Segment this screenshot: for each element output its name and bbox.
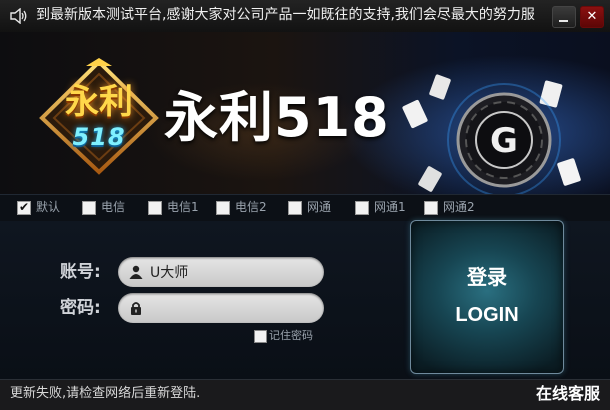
account-field[interactable] — [118, 257, 324, 287]
checkbox[interactable] — [148, 201, 162, 215]
checkbox[interactable] — [82, 201, 96, 215]
close-icon: ✕ — [586, 9, 598, 24]
checkbox[interactable] — [17, 199, 31, 215]
logo-number: 518 — [72, 123, 126, 151]
line-option-label: 网通1 — [374, 200, 406, 214]
login-label-cn: 登录 — [467, 265, 507, 289]
remember-checkbox[interactable] — [254, 330, 267, 343]
login-button[interactable]: 登录 LOGIN — [410, 220, 564, 374]
user-icon — [129, 265, 143, 279]
speaker-icon[interactable] — [10, 8, 28, 24]
banner: 永利 518 永利518 G — [0, 32, 610, 194]
password-input[interactable] — [150, 297, 310, 319]
brand-name: 永利518 — [164, 86, 390, 149]
close-button[interactable]: ✕ — [580, 6, 604, 28]
line-option-label: 默认 — [36, 200, 61, 214]
logo-text: 永利 — [65, 82, 133, 122]
checkbox[interactable] — [424, 201, 438, 215]
status-bar: 更新失败,请检查网络后重新登陆. 在线客服 — [0, 379, 610, 410]
line-option-label: 网通2 — [443, 200, 475, 214]
password-label: 密码: — [60, 298, 101, 318]
password-field[interactable] — [118, 293, 324, 323]
line-option-label: 电信2 — [235, 200, 267, 214]
line-option-label: 电信 — [101, 200, 126, 214]
line-options-bar: 默认 电信 电信1 电信2 网通 网通1 网通2 — [0, 194, 610, 222]
checkbox[interactable] — [355, 201, 369, 215]
title-bar[interactable]: 到最新版本测试平台,感谢大家对公司产品一如既往的支持,我们会尽最大的努力服 ✕ — [0, 0, 610, 33]
casino-chip-graphic: G — [402, 74, 581, 194]
remember-label: 记住密码 — [269, 329, 313, 342]
login-label-en: LOGIN — [455, 304, 519, 326]
chip-letter: G — [490, 121, 518, 161]
login-window: 到最新版本测试平台,感谢大家对公司产品一如既往的支持,我们会尽最大的努力服 ✕ … — [0, 0, 610, 410]
account-label: 账号: — [60, 262, 101, 282]
scrolling-notice: 到最新版本测试平台,感谢大家对公司产品一如既往的支持,我们会尽最大的努力服 — [36, 7, 535, 23]
checkbox[interactable] — [216, 201, 230, 215]
status-message: 更新失败,请检查网络后重新登陆. — [10, 386, 201, 401]
minimize-button[interactable] — [552, 6, 576, 28]
line-option-label: 电信1 — [167, 200, 199, 214]
checkbox[interactable] — [288, 201, 302, 215]
account-input[interactable] — [150, 261, 310, 283]
lock-icon — [131, 302, 141, 315]
line-option-label: 网通 — [307, 200, 332, 214]
online-service-link[interactable]: 在线客服 — [536, 384, 600, 404]
